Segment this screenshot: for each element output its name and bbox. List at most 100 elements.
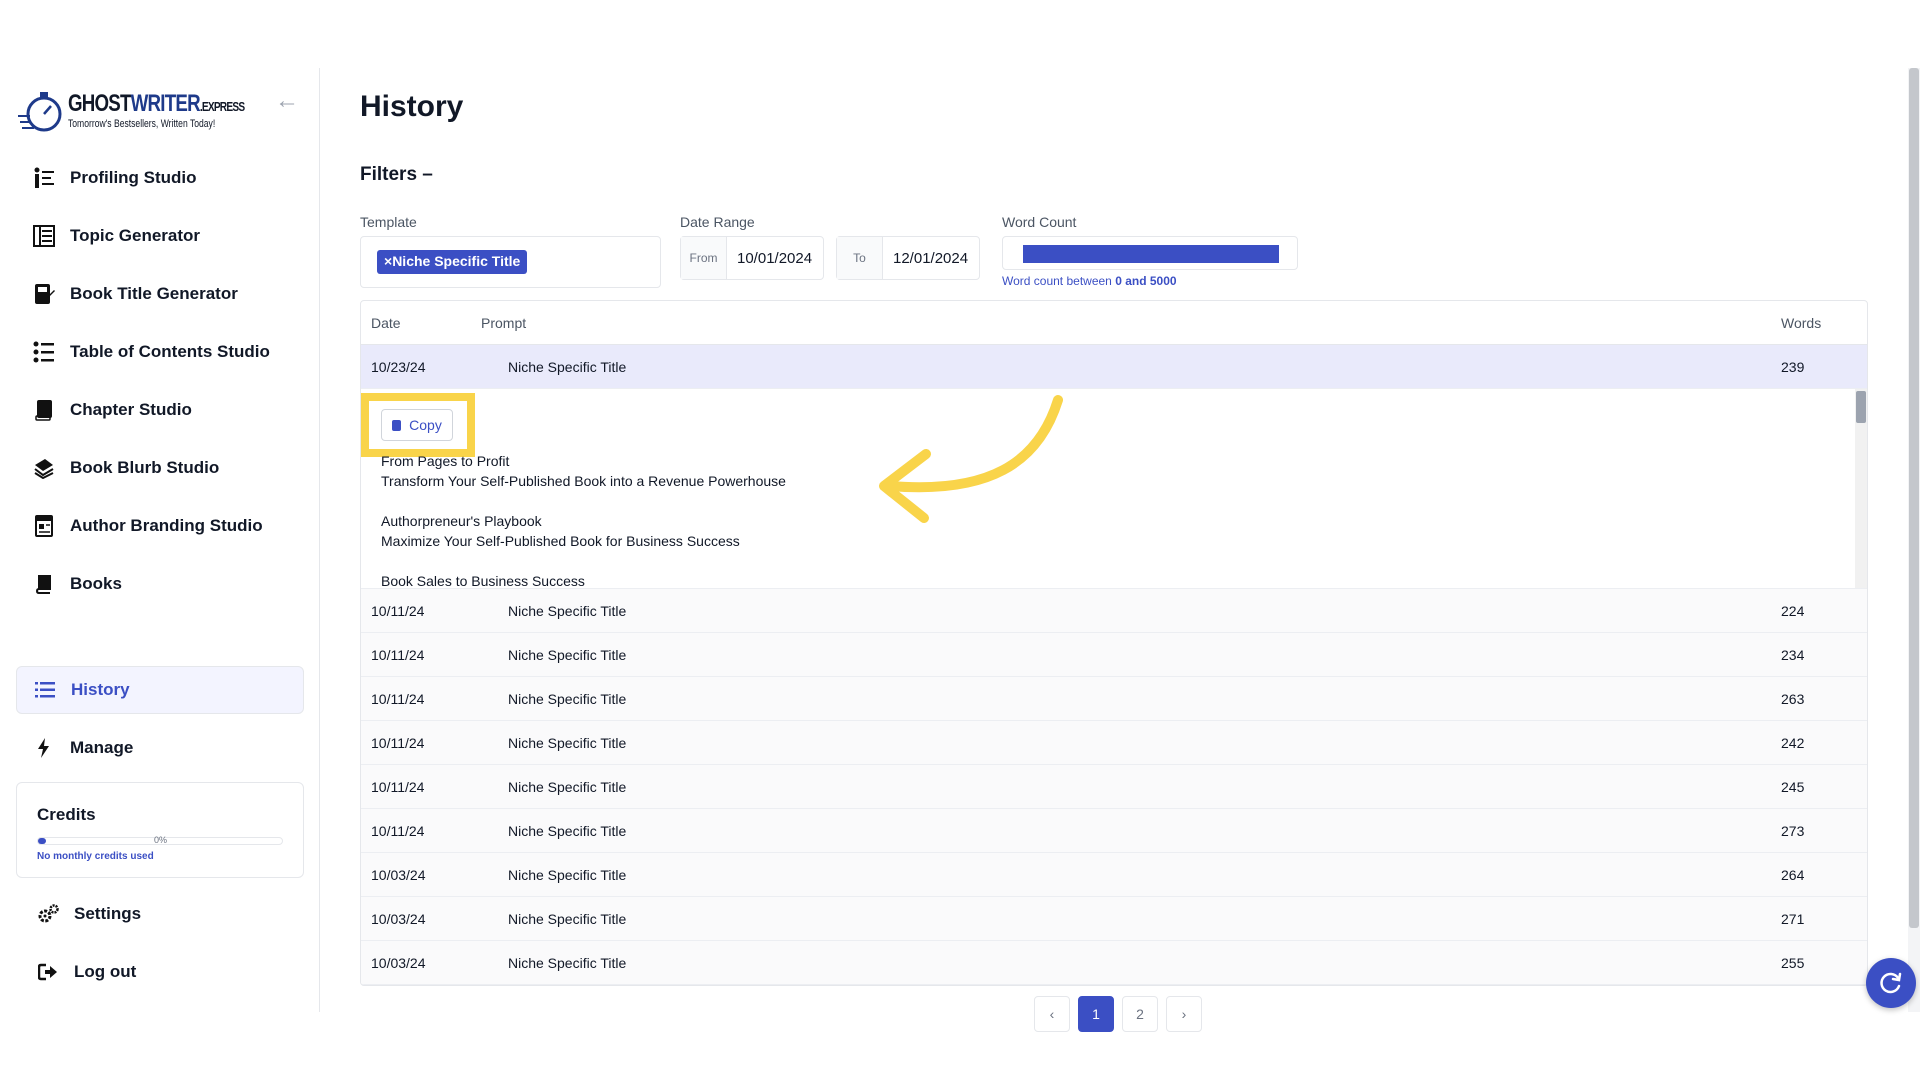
stopwatch-logo-icon xyxy=(18,92,62,132)
template-label: Template xyxy=(360,214,417,230)
profiling-icon xyxy=(32,166,56,190)
row-prompt: Niche Specific Title xyxy=(508,955,627,971)
row-date: 10/03/24 xyxy=(371,911,426,927)
table-row[interactable]: 10/03/24 Niche Specific Title 264 xyxy=(361,853,1867,897)
sidebar-item-label: Book Title Generator xyxy=(70,284,238,303)
word-count-range-fill[interactable] xyxy=(1023,245,1279,263)
sidebar-item-book-title-generator[interactable]: Book Title Generator xyxy=(16,270,304,318)
date-to-group: To xyxy=(836,236,980,280)
sidebar-item-book-blurb-studio[interactable]: Book Blurb Studio xyxy=(16,444,304,492)
row-date: 10/03/24 xyxy=(371,955,426,971)
row-prompt: Niche Specific Title xyxy=(508,691,627,707)
row-words: 224 xyxy=(1781,603,1805,619)
copy-button[interactable]: Copy xyxy=(381,409,453,441)
remove-chip-icon[interactable]: × xyxy=(384,253,392,269)
word-count-note: Word count between 0 and 5000 xyxy=(1002,274,1177,288)
credits-title: Credits xyxy=(37,805,96,824)
row-date: 10/03/24 xyxy=(371,867,426,883)
sidebar-item-label: Table of Contents Studio xyxy=(70,342,270,361)
word-count-slider[interactable] xyxy=(1002,236,1298,270)
pagination-prev-button[interactable]: ‹ xyxy=(1034,996,1070,1032)
credits-card: Credits 0% No monthly credits used xyxy=(16,782,304,878)
page-title: History xyxy=(360,90,464,123)
brand-tagline: Tomorrow's Bestsellers, Written Today! xyxy=(68,118,216,130)
sidebar-item-label: Settings xyxy=(74,904,142,923)
row-prompt: Niche Specific Title xyxy=(508,735,627,751)
sidebar-item-table-of-contents-studio[interactable]: Table of Contents Studio xyxy=(16,328,304,376)
row-words: 242 xyxy=(1781,735,1805,751)
support-chat-button[interactable] xyxy=(1866,958,1916,1008)
row-words: 245 xyxy=(1781,779,1805,795)
date-to-input[interactable] xyxy=(883,237,979,279)
row-date: 10/11/24 xyxy=(371,691,425,707)
row-date: 10/11/24 xyxy=(371,779,425,795)
collapse-sidebar-button[interactable]: ← xyxy=(274,88,300,114)
date-from-input[interactable] xyxy=(727,237,823,279)
arrow-left-icon: ← xyxy=(275,87,299,114)
table-row[interactable]: 10/11/24 Niche Specific Title 242 xyxy=(361,721,1867,765)
table-row[interactable]: 10/11/24 Niche Specific Title 263 xyxy=(361,677,1867,721)
output-scrollbar[interactable] xyxy=(1855,389,1867,588)
table-row[interactable]: 10/03/24 Niche Specific Title 271 xyxy=(361,897,1867,941)
page-scrollbar[interactable] xyxy=(1908,68,1920,1012)
table-row-selected[interactable]: 10/23/24 Niche Specific Title 239 xyxy=(361,345,1867,389)
pagination-next-button[interactable]: › xyxy=(1166,996,1202,1032)
sidebar-item-settings[interactable]: Settings xyxy=(16,890,304,938)
chat-refresh-icon xyxy=(1880,972,1902,994)
sidebar-item-history[interactable]: History xyxy=(16,666,304,714)
template-chip[interactable]: ×Niche Specific Title xyxy=(377,250,528,274)
row-words: 271 xyxy=(1781,911,1805,927)
output-line: Transform Your Self-Published Book into … xyxy=(381,473,786,489)
row-words: 234 xyxy=(1781,647,1805,663)
pagination-page-1[interactable]: 1 xyxy=(1078,996,1114,1032)
row-date: 10/11/24 xyxy=(371,735,425,751)
sidebar-item-profiling-studio[interactable]: Profiling Studio xyxy=(16,154,304,202)
date-range-label: Date Range xyxy=(680,214,755,230)
sidebar-item-chapter-studio[interactable]: Chapter Studio xyxy=(16,386,304,434)
credits-progress-fill xyxy=(38,838,46,844)
row-prompt: Niche Specific Title xyxy=(508,359,627,375)
sidebar-item-books[interactable]: Books xyxy=(16,560,304,608)
pagination: ‹ 1 2 › xyxy=(1034,996,1202,1032)
row-date: 10/11/24 xyxy=(371,647,425,663)
row-words: 273 xyxy=(1781,823,1805,839)
brand-logo[interactable]: GHOSTWRITER.EXPRESS Tomorrow's Bestselle… xyxy=(18,88,248,134)
copy-label: Copy xyxy=(409,417,442,433)
sidebar-item-label: Profiling Studio xyxy=(70,168,197,187)
date-from-group: From xyxy=(680,236,824,280)
output-line: From Pages to Profit xyxy=(381,453,510,469)
table-row[interactable]: 10/11/24 Niche Specific Title 273 xyxy=(361,809,1867,853)
book-title-icon xyxy=(32,282,56,306)
sidebar-item-topic-generator[interactable]: Topic Generator xyxy=(16,212,304,260)
row-words: 239 xyxy=(1781,359,1805,375)
row-date: 10/11/24 xyxy=(371,823,425,839)
row-prompt: Niche Specific Title xyxy=(508,823,627,839)
header-words: Words xyxy=(1781,315,1822,331)
credits-progress-bar: 0% xyxy=(37,835,283,845)
word-count-note-range: 0 and 5000 xyxy=(1115,274,1177,288)
history-table: Date Prompt Words 10/23/24 Niche Specifi… xyxy=(360,300,1868,986)
header-prompt: Prompt xyxy=(481,315,527,331)
row-date: 10/23/24 xyxy=(371,359,426,375)
sidebar-item-author-branding-studio[interactable]: Author Branding Studio xyxy=(16,502,304,550)
sidebar-item-label: Books xyxy=(70,574,122,593)
table-row[interactable]: 10/03/24 Niche Specific Title 255 xyxy=(361,941,1867,985)
template-select[interactable]: ×Niche Specific Title xyxy=(360,236,661,288)
table-row[interactable]: 10/11/24 Niche Specific Title 224 xyxy=(361,589,1867,633)
filters-toggle[interactable]: Filters – xyxy=(360,164,433,186)
row-words: 264 xyxy=(1781,867,1805,883)
pagination-page-2[interactable]: 2 xyxy=(1122,996,1158,1032)
table-row[interactable]: 10/11/24 Niche Specific Title 234 xyxy=(361,633,1867,677)
main-content: History Filters – Template ×Niche Specif… xyxy=(360,68,1870,1032)
date-to-prefix: To xyxy=(837,237,883,279)
brand-name-suffix: .EXPRESS xyxy=(199,99,245,114)
table-row[interactable]: 10/11/24 Niche Specific Title 245 xyxy=(361,765,1867,809)
sidebar-item-manage[interactable]: Manage xyxy=(16,724,304,772)
page-scrollbar-thumb[interactable] xyxy=(1909,68,1919,928)
sidebar-item-log-out[interactable]: Log out xyxy=(16,948,304,996)
blurb-icon xyxy=(32,456,56,480)
output-line: Authorpreneur's Playbook xyxy=(381,513,542,529)
output-scrollbar-thumb[interactable] xyxy=(1856,391,1866,423)
gears-icon xyxy=(36,902,60,926)
